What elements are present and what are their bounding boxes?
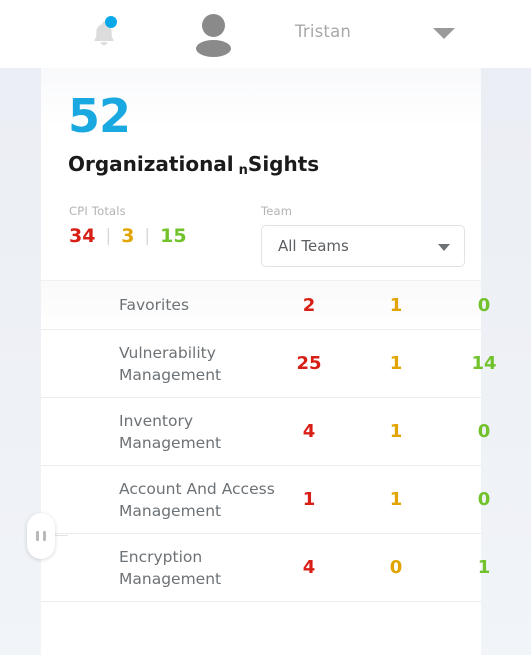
row-count-green[interactable]: 1	[454, 557, 514, 578]
row-count-red[interactable]: 2	[279, 295, 339, 316]
row-count-green[interactable]: 0	[454, 295, 514, 316]
cpi-separator-1: |	[105, 226, 112, 246]
cpi-totals-label: CPI Totals	[69, 204, 126, 218]
avatar[interactable]	[192, 8, 234, 57]
row-name: Vulnerability Management	[119, 343, 222, 384]
row-count-red[interactable]: 25	[279, 353, 339, 374]
row-count-amber[interactable]: 1	[366, 353, 426, 374]
cpi-total-green[interactable]: 15	[160, 225, 186, 247]
table-row[interactable]: Encryption Management 4 0 1	[41, 534, 490, 602]
table-row[interactable]: Inventory Management 4 1 0	[41, 398, 490, 466]
row-name: Encryption Management	[119, 547, 222, 588]
row-count-amber[interactable]: 1	[366, 489, 426, 510]
avatar-head-icon	[202, 14, 225, 37]
row-name: Inventory Management	[119, 411, 222, 452]
row-count-green[interactable]: 0	[454, 489, 514, 510]
chevron-down-icon	[438, 244, 450, 251]
cpi-total-red[interactable]: 34	[69, 225, 95, 247]
table-row[interactable]: Favorites 2 1 0	[41, 280, 490, 330]
row-count-red[interactable]: 1	[279, 489, 339, 510]
drag-handle-stem	[54, 535, 68, 536]
user-name-label[interactable]: Tristan	[295, 22, 351, 41]
table-row[interactable]: Vulnerability Management 25 1 14	[41, 330, 497, 398]
row-count-amber[interactable]: 0	[366, 557, 426, 578]
drag-grip-icon	[43, 531, 46, 541]
cpi-totals-block: CPI Totals 34 | 3 | 15	[69, 204, 187, 247]
page-title-main: Organizational	[68, 152, 234, 176]
notification-badge-dot	[105, 16, 117, 28]
row-name: Favorites	[119, 296, 190, 314]
row-count-amber[interactable]: 1	[366, 421, 426, 442]
cpi-separator-2: |	[144, 226, 151, 246]
sidebar-drag-handle[interactable]	[27, 513, 55, 559]
top-header-bar-right-filler	[481, 0, 531, 68]
team-filter-label: Team	[261, 204, 293, 218]
row-count-red[interactable]: 4	[279, 557, 339, 578]
avatar-body-icon	[196, 40, 231, 57]
notifications-button[interactable]	[84, 14, 124, 54]
page-title-tail: Sights	[247, 152, 320, 176]
organizational-insights-card: 52 Organizational nSights CPI Totals 34 |…	[41, 68, 497, 655]
insights-total-count: 52	[68, 89, 131, 143]
row-count-red[interactable]: 4	[279, 421, 339, 442]
insights-table: Favorites 2 1 0 Vulnerability Management…	[41, 280, 497, 602]
table-row[interactable]: Account And Access Management 1 1 0	[41, 466, 490, 534]
drag-grip-icon	[36, 531, 39, 541]
row-count-green[interactable]: 14	[454, 353, 514, 374]
row-name: Account And Access Management	[119, 479, 275, 520]
page-title-subscript: n	[238, 163, 248, 178]
page-title: Organizational nSights	[68, 152, 320, 178]
team-select[interactable]: All Teams	[261, 225, 465, 267]
team-select-value: All Teams	[278, 237, 349, 255]
row-count-amber[interactable]: 1	[366, 295, 426, 316]
top-header-bar: Tristan	[0, 0, 481, 68]
team-filter-block: Team All Teams	[261, 204, 465, 267]
cpi-totals-values: 34 | 3 | 15	[69, 225, 187, 247]
chevron-down-icon[interactable]	[433, 28, 455, 39]
row-count-green[interactable]: 0	[454, 421, 514, 442]
cpi-total-amber[interactable]: 3	[121, 225, 134, 247]
